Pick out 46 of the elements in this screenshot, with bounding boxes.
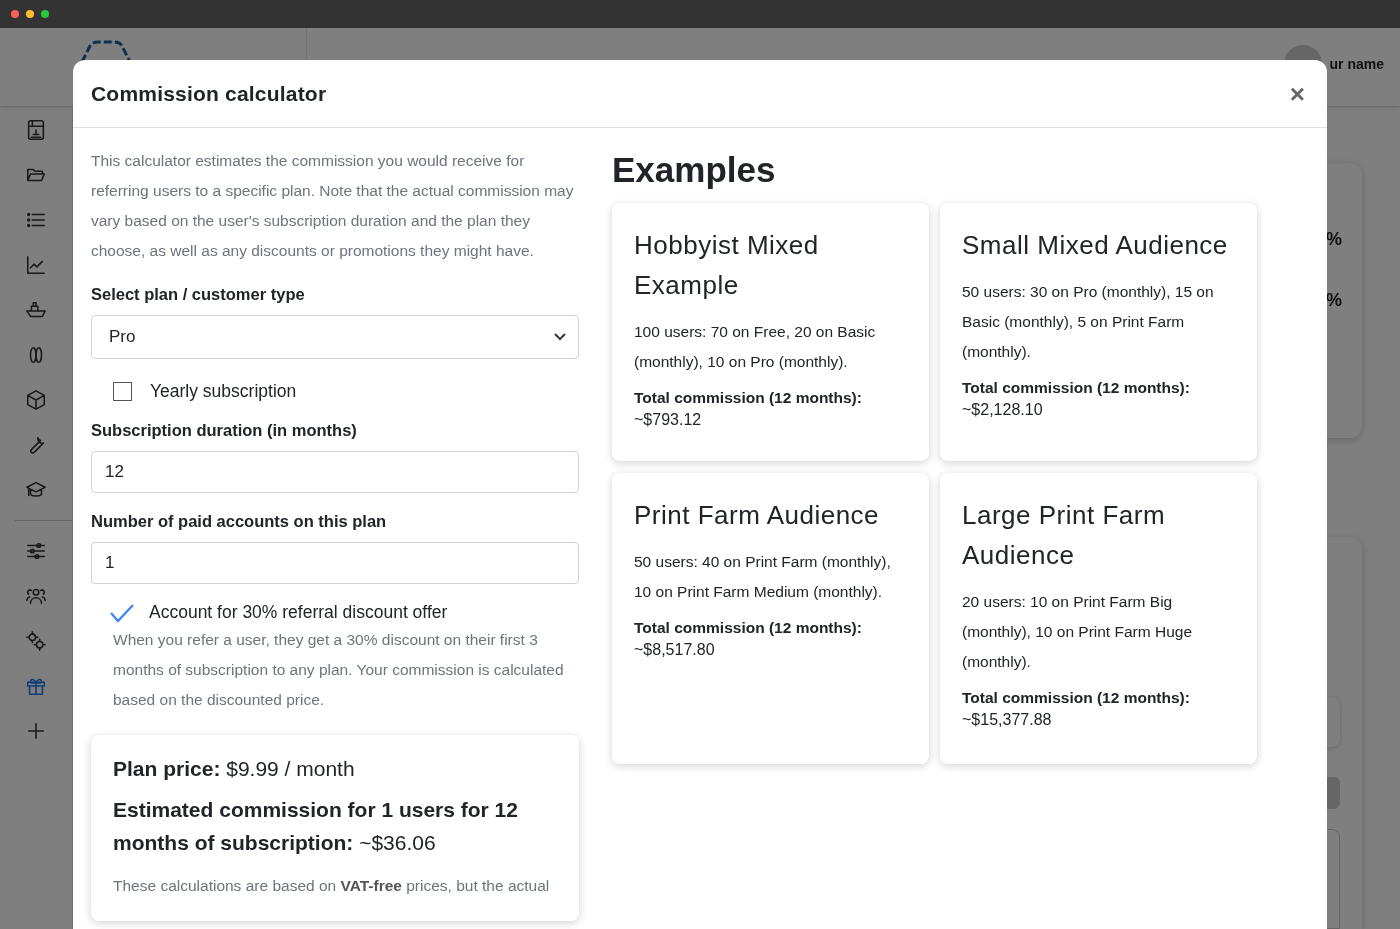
sliders-icon[interactable] [25,540,47,562]
hint-text: When you refer a user, they get a 30% discount on their first 3 months of subscription to any plan. Your commission is calculated based on the discounted price. [113,630,565,710]
user-name[interactable]: ur name [1329,56,1384,72]
example-title: Hobbyist Mixed Example [634,229,820,302]
field-label: Select plan / customer type [91,285,306,304]
minimize-window-button[interactable] [26,10,34,18]
example-description: 50 users: 30 on Pro (monthly), 15 on Basic (monthly), 5 on Print Farm (monthly). [962,282,1215,362]
close-window-button[interactable] [11,10,19,18]
checkbox-label[interactable]: Account for 30% referral discount offer [149,602,448,623]
stat-value: % [1326,290,1342,311]
printer-icon[interactable] [25,119,47,141]
total-value: ~$2,128.10 [962,401,1044,419]
note-text: These calculations are based on VAT-free prices, but the actual [113,876,551,896]
plan-price-text: Plan price: $9.99 / month [113,757,356,781]
stat-value: % [1326,229,1342,250]
example-title: Print Farm Audience [634,499,881,532]
chevron-down-icon [554,333,566,341]
maximize-window-button[interactable] [41,10,49,18]
example-title: Large Print Farm Audience [962,499,1167,572]
total-label: Total commission (12 months): [634,619,863,637]
total-label: Total commission (12 months): [962,379,1191,397]
section-heading: Examples [612,150,777,190]
total-label: Total commission (12 months): [962,689,1191,707]
accounts-input[interactable]: 1 [91,542,579,584]
total-label: Total commission (12 months): [634,389,863,407]
total-value: ~$15,377.88 [962,711,1053,729]
example-description: 50 users: 40 on Print Farm (monthly), 10 on Print Farm Medium (monthly). [634,552,892,602]
description-text: This calculator estimates the commission you would receive for referring users to a specific plan. Note that the actual commission may vary based on the user's subscription duration and the plan they choose, as well as any discounts or promotions they might have. [91,151,575,261]
field-label: Subscription duration (in months) [91,421,358,440]
checkbox-label[interactable]: Yearly subscription [150,381,297,402]
close-button[interactable]: × [1285,80,1309,107]
example-description: 20 users: 10 on Print Farm Big (monthly), 10 on Print Farm Huge (monthly). [962,592,1193,672]
duration-input[interactable]: 12 [91,451,579,493]
commission-text: Estimated commission for 1 users for 12 months of subscription: ~$36.06 [113,797,519,856]
modal-title: Commission calculator [91,81,327,106]
example-title: Small Mixed Audience [962,229,1229,262]
checkmark-icon[interactable] [109,602,135,623]
plus-icon[interactable] [25,720,47,742]
cube-icon[interactable] [25,389,47,411]
field-label: Number of paid accounts on this plan [91,512,388,531]
total-value: ~$793.12 [634,411,703,429]
plan-select[interactable]: Pro [91,315,579,359]
checkbox[interactable] [113,382,132,401]
example-description: 100 users: 70 on Free, 20 on Basic (monthly), 10 on Pro (monthly). [634,322,877,372]
total-value: ~$8,517.80 [634,641,716,659]
chart-icon[interactable] [25,254,47,276]
